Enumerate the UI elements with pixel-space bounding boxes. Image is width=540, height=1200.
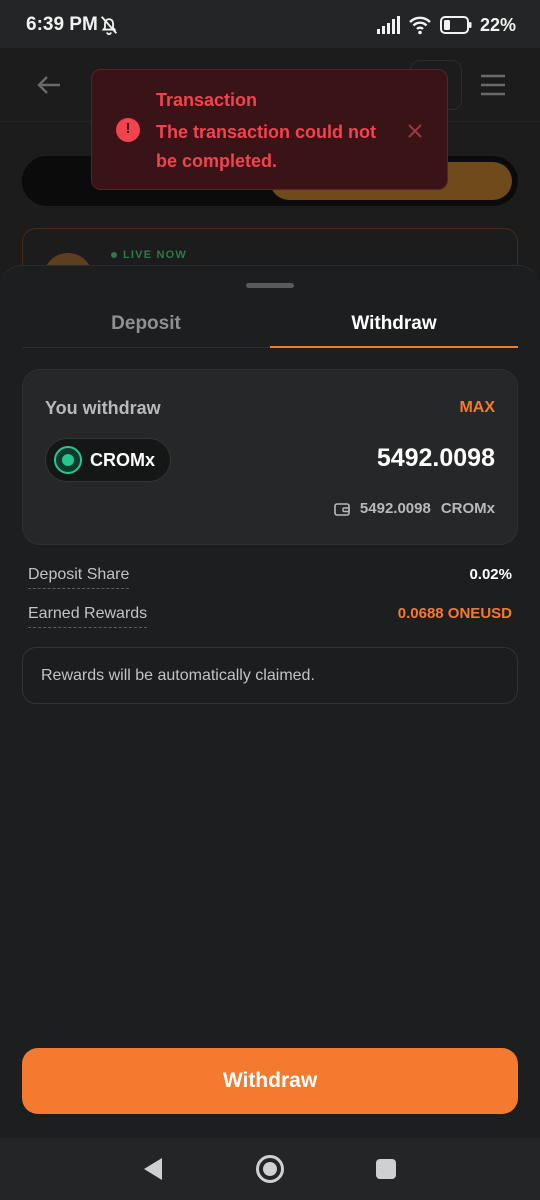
status-bar: 6:39 PM 22% <box>0 0 540 48</box>
toast-message: The transaction could not be completed. <box>156 122 377 171</box>
error-icon <box>116 118 140 142</box>
earned-rewards-label[interactable]: Earned Rewards <box>28 605 148 628</box>
signal-icon <box>376 16 400 34</box>
battery-icon <box>439 16 472 34</box>
deposit-share-value: 0.02% <box>469 566 512 583</box>
rewards-notice-text: Rewards will be automatically claimed. <box>41 667 315 684</box>
withdraw-card: You withdraw MAX CROMx 5492.0098 CROMx <box>22 369 518 545</box>
live-now-badge: LIVE NOW <box>111 249 187 261</box>
nav-recents-icon[interactable] <box>376 1159 396 1179</box>
nav-home-icon[interactable] <box>256 1155 284 1183</box>
balance-amount: 5492.0098 <box>359 500 431 517</box>
withdraw-sheet: Deposit Withdraw You withdraw MAX CROMx … <box>0 265 540 1138</box>
battery-percent: 22% <box>479 14 516 35</box>
earned-rewards-value: 0.0688 ONEUSD <box>397 605 512 622</box>
toast-title: Transaction <box>156 90 258 110</box>
balance-token: CROMx <box>440 500 495 517</box>
rewards-notice: Rewards will be automatically claimed. <box>22 647 518 704</box>
nav-back-icon[interactable] <box>142 1156 164 1182</box>
sheet-drag-handle[interactable] <box>246 283 294 288</box>
amount-input[interactable] <box>255 444 495 473</box>
live-dot-icon <box>111 252 117 259</box>
deposit-share-row: Deposit Share 0.02% <box>28 566 512 592</box>
earned-rewards-row: Earned Rewards 0.0688 ONEUSD <box>28 605 512 631</box>
tab-withdraw[interactable]: Withdraw <box>270 300 518 348</box>
withdraw-button[interactable]: Withdraw <box>22 1048 518 1114</box>
status-time: 6:39 PM <box>26 14 98 35</box>
deposit-share-label[interactable]: Deposit Share <box>28 566 130 589</box>
max-button[interactable]: MAX <box>459 399 495 417</box>
token-selector[interactable]: CROMx <box>45 438 171 482</box>
menu-icon[interactable] <box>478 72 508 98</box>
status-icons: 22% <box>376 12 516 38</box>
tab-deposit[interactable]: Deposit <box>22 300 270 348</box>
balance-row: 5492.0098 CROMx <box>334 500 495 517</box>
error-toast: Transaction The transaction could not be… <box>91 69 448 190</box>
cromx-token-icon <box>54 446 82 474</box>
wallet-icon <box>334 502 350 516</box>
withdraw-card-title: You withdraw <box>45 398 161 418</box>
close-icon[interactable] <box>404 120 426 142</box>
system-nav-bar <box>0 1138 540 1200</box>
bell-muted-icon <box>100 16 118 36</box>
wifi-icon <box>409 16 431 35</box>
back-arrow-icon[interactable] <box>34 70 64 100</box>
token-name: CROMx <box>90 449 156 470</box>
